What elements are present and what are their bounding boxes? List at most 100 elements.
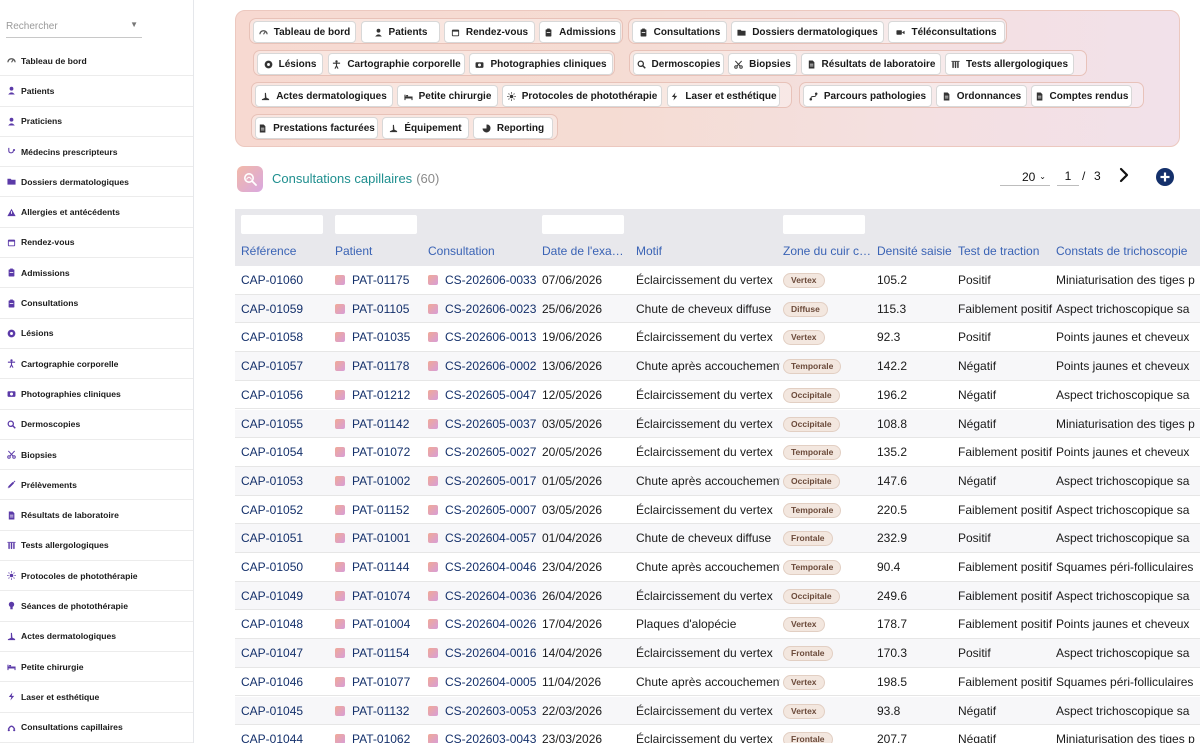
menu-button-tests-allergologiques[interactable]: Tests allergologiques <box>945 53 1074 75</box>
menu-button-admissions[interactable]: Admissions <box>539 21 621 43</box>
cell-ref[interactable]: CAP-01056 <box>241 381 331 409</box>
sidebar-item[interactable]: Lésions <box>0 319 193 349</box>
table-row[interactable]: CAP-01044 PAT-01062 CS-202603-0043 23/03/20… <box>235 725 1200 743</box>
sidebar-item[interactable]: Petite chirurgie <box>0 652 193 683</box>
table-row[interactable]: CAP-01057 PAT-01178 CS-202606-0002 13/06/20… <box>235 352 1200 381</box>
column-header-reference[interactable]: Référence <box>241 244 331 258</box>
cell-ref[interactable]: CAP-01054 <box>241 438 331 466</box>
cell-consultation[interactable]: CS-202604-0016 <box>428 639 538 667</box>
column-header-densite[interactable]: Densité saisie <box>877 244 955 258</box>
sidebar-item[interactable]: Patients <box>0 76 193 107</box>
cell-ref[interactable]: CAP-01047 <box>241 639 331 667</box>
cell-consultation[interactable]: CS-202603-0053 <box>428 697 538 725</box>
cell-ref[interactable]: CAP-01052 <box>241 496 331 524</box>
page-size-select[interactable]: 20 ⌄ <box>1000 168 1050 186</box>
cell-patient[interactable]: PAT-01142 <box>335 410 425 438</box>
table-row[interactable]: CAP-01053 PAT-01002 CS-202605-0017 01/05/20… <box>235 466 1200 496</box>
filter-zone[interactable] <box>783 215 865 234</box>
sidebar-item[interactable]: Séances de photothérapie <box>0 591 193 622</box>
sidebar-item[interactable]: Cartographie corporelle <box>0 349 193 380</box>
menu-button-photographies-cliniques[interactable]: Photographies cliniques <box>469 53 613 75</box>
sidebar-item[interactable]: Admissions <box>0 258 193 289</box>
column-header-date[interactable]: Date de l'exa… <box>542 244 634 258</box>
menu-button-lesions[interactable]: Lésions <box>257 53 323 75</box>
sidebar-item[interactable]: Dossiers dermatologiques <box>0 167 193 198</box>
menu-button-reporting[interactable]: Reporting <box>473 117 553 139</box>
menu-button-equipement[interactable]: Équipement <box>382 117 469 139</box>
sidebar-item[interactable]: Praticiens <box>0 107 193 137</box>
sidebar-item[interactable]: Biopsies <box>0 440 193 471</box>
filter-reference[interactable] <box>241 215 323 234</box>
next-page-button[interactable] <box>1117 166 1131 184</box>
sidebar-item[interactable]: Dermoscopies <box>0 410 193 440</box>
table-row[interactable]: CAP-01054 PAT-01072 CS-202605-0027 20/05/20… <box>235 438 1200 467</box>
menu-button-teleconsultations[interactable]: Téléconsultations <box>888 21 1005 43</box>
table-row[interactable]: CAP-01045 PAT-01132 CS-202603-0053 22/03/20… <box>235 696 1200 726</box>
cell-patient[interactable]: PAT-01154 <box>335 639 425 667</box>
cell-ref[interactable]: CAP-01055 <box>241 410 331 438</box>
menu-button-patients[interactable]: Patients <box>361 21 440 43</box>
menu-button-rendez-vous[interactable]: Rendez-vous <box>444 21 535 43</box>
cell-ref[interactable]: CAP-01051 <box>241 524 331 552</box>
cell-ref[interactable]: CAP-01048 <box>241 610 331 638</box>
cell-ref[interactable]: CAP-01060 <box>241 266 331 294</box>
cell-patient[interactable]: PAT-01004 <box>335 610 425 638</box>
cell-consultation[interactable]: CS-202605-0037 <box>428 410 538 438</box>
menu-button-actes-dermatologiques[interactable]: Actes dermatologiques <box>255 85 393 107</box>
cell-consultation[interactable]: CS-202606-0013 <box>428 323 538 351</box>
cell-consultation[interactable]: CS-202605-0007 <box>428 496 538 524</box>
cell-consultation[interactable]: CS-202603-0043 <box>428 725 538 743</box>
column-header-traction[interactable]: Test de traction <box>958 244 1054 258</box>
table-row[interactable]: CAP-01047 PAT-01154 CS-202604-0016 14/04/20… <box>235 639 1200 668</box>
menu-button-tableau-de-bord[interactable]: Tableau de bord <box>253 21 356 43</box>
column-header-motif[interactable]: Motif <box>636 244 776 258</box>
cell-consultation[interactable]: CS-202605-0047 <box>428 381 538 409</box>
table-row[interactable]: CAP-01048 PAT-01004 CS-202604-0026 17/04/20… <box>235 610 1200 640</box>
sidebar-item[interactable]: Rendez-vous <box>0 228 193 259</box>
table-row[interactable]: CAP-01051 PAT-01001 CS-202604-0057 01/04/20… <box>235 524 1200 553</box>
menu-button-dermoscopies[interactable]: Dermoscopies <box>633 53 724 75</box>
sidebar-item[interactable]: Photographies cliniques <box>0 379 193 410</box>
table-row[interactable]: CAP-01059 PAT-01105 CS-202606-0023 25/06/20… <box>235 294 1200 324</box>
search-input[interactable] <box>6 16 124 37</box>
cell-patient[interactable]: PAT-01132 <box>335 697 425 725</box>
menu-button-petite-chirurgie[interactable]: Petite chirurgie <box>397 85 498 107</box>
cell-consultation[interactable]: CS-202605-0027 <box>428 438 538 466</box>
filter-date[interactable] <box>542 215 624 234</box>
sidebar-item[interactable]: Résultats de laboratoire <box>0 500 193 531</box>
menu-button-dossiers-dermatologiques[interactable]: Dossiers dermatologiques <box>731 21 884 43</box>
menu-button-ordonnances[interactable]: Ordonnances <box>936 85 1027 107</box>
cell-ref[interactable]: CAP-01049 <box>241 582 331 610</box>
cell-ref[interactable]: CAP-01044 <box>241 725 331 743</box>
menu-button-biopsies[interactable]: Biopsies <box>728 53 797 75</box>
sidebar-item[interactable]: Tests allergologiques <box>0 531 193 562</box>
cell-ref[interactable]: CAP-01046 <box>241 668 331 696</box>
sidebar-item[interactable]: Allergies et antécédents <box>0 197 193 228</box>
table-row[interactable]: CAP-01049 PAT-01074 CS-202604-0036 26/04/20… <box>235 581 1200 611</box>
cell-consultation[interactable]: CS-202604-0046 <box>428 553 538 581</box>
sidebar-item[interactable]: Protocoles de photothérapie <box>0 561 193 592</box>
cell-consultation[interactable]: CS-202604-0005 <box>428 668 538 696</box>
cell-patient[interactable]: PAT-01144 <box>335 553 425 581</box>
cell-consultation[interactable]: CS-202604-0026 <box>428 610 538 638</box>
sidebar-item[interactable]: Consultations capillaires <box>0 713 193 743</box>
add-record-button[interactable] <box>1156 168 1174 186</box>
cell-patient[interactable]: PAT-01105 <box>335 295 425 323</box>
cell-ref[interactable]: CAP-01053 <box>241 467 331 495</box>
page-number-input[interactable]: 1 <box>1057 168 1079 186</box>
table-row[interactable]: CAP-01056 PAT-01212 CS-202605-0047 12/05/20… <box>235 381 1200 410</box>
table-row[interactable]: CAP-01050 PAT-01144 CS-202604-0046 23/04/20… <box>235 553 1200 582</box>
cell-patient[interactable]: PAT-01074 <box>335 582 425 610</box>
cell-consultation[interactable]: CS-202606-0023 <box>428 295 538 323</box>
cell-ref[interactable]: CAP-01059 <box>241 295 331 323</box>
cell-patient[interactable]: PAT-01062 <box>335 725 425 743</box>
column-header-constats[interactable]: Constats de trichoscopie <box>1056 244 1200 258</box>
cell-ref[interactable]: CAP-01050 <box>241 553 331 581</box>
table-row[interactable]: CAP-01055 PAT-01142 CS-202605-0037 03/05/20… <box>235 409 1200 439</box>
sidebar-item[interactable]: Laser et esthétique <box>0 682 193 713</box>
menu-button-consultations[interactable]: Consultations <box>632 21 727 43</box>
sidebar-search[interactable]: ▼ <box>6 16 142 38</box>
menu-button-laser-et-esthetique[interactable]: Laser et esthétique <box>667 85 780 107</box>
column-header-consultation[interactable]: Consultation <box>428 244 538 258</box>
cell-patient[interactable]: PAT-01152 <box>335 496 425 524</box>
